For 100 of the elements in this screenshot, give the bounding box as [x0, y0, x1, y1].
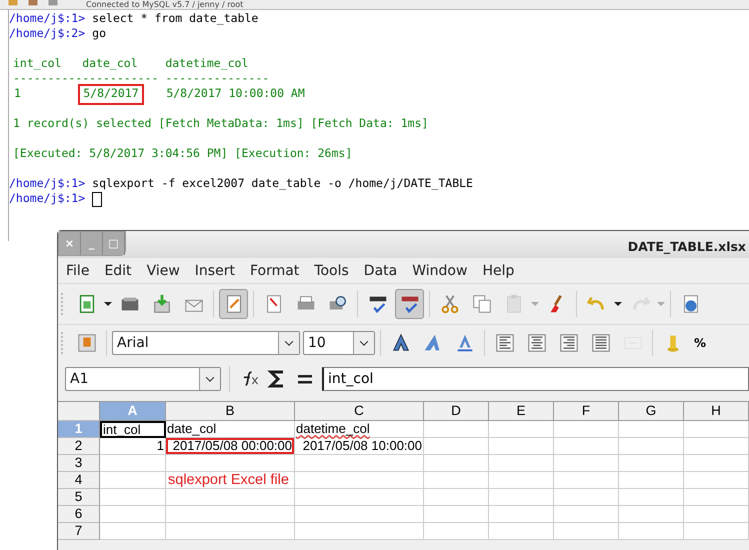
column-header[interactable]: D [424, 402, 489, 421]
styles-icon [76, 332, 98, 354]
annotation-text: sqlexport Excel file [166, 472, 295, 489]
empty-cell[interactable] [295, 455, 424, 472]
empty-cell[interactable] [424, 455, 489, 472]
empty-cell[interactable] [295, 472, 424, 489]
empty-cell[interactable] [424, 489, 489, 506]
empty-cell[interactable] [295, 523, 424, 540]
empty-cell[interactable] [489, 523, 554, 540]
column-header[interactable]: H [684, 402, 749, 421]
cell-grid[interactable]: A B C D E F G H 1 int_col date_col datetime_col 2 1 2017/05/08 00:00:00 2017/05/08 10:00:00 3 4 sqlexport Excel file 5 6 7 [58, 401, 749, 540]
empty-cell[interactable] [489, 489, 554, 506]
empty-cell[interactable] [424, 421, 489, 438]
empty-cell[interactable] [684, 506, 749, 523]
result-message: [Executed: 5/8/2017 3:04:56 PM] [Execution: 26ms] [13, 146, 352, 161]
row-header[interactable]: 7 [58, 523, 100, 540]
empty-cell[interactable] [619, 438, 684, 455]
menu-item[interactable]: Insert [194, 262, 235, 278]
empty-cell[interactable] [166, 455, 295, 472]
row-header[interactable]: 5 [58, 489, 100, 506]
dropdown-arrow-icon[interactable] [614, 302, 622, 306]
shell-prompt: /home/j$:1> [9, 191, 86, 206]
empty-cell[interactable] [424, 438, 489, 455]
row-header[interactable]: 6 [58, 506, 100, 523]
empty-cell[interactable] [424, 506, 489, 523]
menu-item[interactable]: Data [364, 262, 398, 278]
empty-cell[interactable] [684, 438, 749, 455]
empty-cell[interactable] [554, 523, 619, 540]
empty-cell[interactable] [554, 489, 619, 506]
column-header[interactable]: E [489, 402, 554, 421]
shell-prompt: /home/j$:1> [9, 176, 86, 191]
empty-cell[interactable] [166, 523, 295, 540]
empty-cell[interactable] [619, 455, 684, 472]
menu-item[interactable]: Window [412, 262, 468, 278]
row-header[interactable]: 4 [58, 472, 100, 489]
dropdown-arrow-icon[interactable] [104, 302, 112, 306]
copy-icon [470, 293, 492, 315]
empty-cell[interactable] [166, 506, 295, 523]
empty-cell[interactable] [489, 438, 554, 455]
window-title: DATE_TABLE.xlsx [628, 239, 746, 254]
table-cell[interactable]: 1 [100, 438, 166, 455]
column-header[interactable]: C [295, 402, 424, 421]
menu-item[interactable]: Format [250, 262, 300, 278]
table-cell[interactable]: 2017/05/08 00:00:00 [166, 438, 295, 455]
empty-cell[interactable] [295, 489, 424, 506]
column-header[interactable]: F [554, 402, 619, 421]
empty-cell[interactable] [554, 455, 619, 472]
select-all-corner[interactable] [58, 402, 100, 421]
command-text: sqlexport -f excel2007 date_table -o /home/j/DATE_TABLE [92, 176, 473, 191]
highlighted-value: 5/8/2017 [78, 84, 144, 105]
empty-cell[interactable] [619, 421, 684, 438]
empty-cell[interactable] [295, 506, 424, 523]
row-header[interactable]: 2 [58, 438, 100, 455]
empty-cell[interactable] [489, 421, 554, 438]
empty-cell[interactable] [554, 438, 619, 455]
row-header[interactable]: 3 [58, 455, 100, 472]
empty-cell[interactable] [489, 506, 554, 523]
empty-cell[interactable] [619, 523, 684, 540]
empty-cell[interactable] [684, 523, 749, 540]
table-cell[interactable]: int_col [100, 421, 166, 438]
connection-status: Connected to MySQL v5.7 / jenny / root [86, 0, 244, 9]
empty-cell[interactable] [166, 489, 295, 506]
empty-cell[interactable] [424, 472, 489, 489]
empty-cell[interactable] [554, 421, 619, 438]
column-header[interactable]: B [166, 402, 295, 421]
empty-cell[interactable] [619, 506, 684, 523]
menu-item[interactable]: Tools [314, 262, 349, 278]
autospell-button[interactable] [395, 289, 424, 319]
empty-cell[interactable] [684, 421, 749, 438]
result-value: 5/8/2017 10:00:00 AM [165, 85, 306, 102]
empty-cell[interactable] [489, 455, 554, 472]
name-box[interactable]: A1 [65, 367, 221, 391]
empty-cell[interactable] [684, 472, 749, 489]
font-size-field[interactable]: 10 [303, 331, 375, 355]
result-value: 1 [13, 85, 22, 102]
menu-item[interactable]: File [66, 262, 90, 278]
column-rule: --------------- [165, 71, 270, 85]
table-cell[interactable]: date_col [166, 421, 295, 438]
empty-cell[interactable] [619, 489, 684, 506]
percent-format-button[interactable]: % [694, 336, 706, 350]
empty-cell[interactable] [554, 472, 619, 489]
column-header: datetime_col [165, 56, 248, 70]
table-cell[interactable]: 2017/05/08 10:00:00 [295, 438, 424, 455]
edit-button[interactable] [219, 289, 248, 319]
empty-cell[interactable] [619, 472, 684, 489]
font-name-field[interactable]: Arial [112, 331, 300, 355]
empty-cell[interactable] [489, 472, 554, 489]
table-cell[interactable]: datetime_col [295, 421, 424, 438]
menu-item[interactable]: View [146, 262, 180, 278]
formula-input-field[interactable]: int_col [322, 367, 749, 391]
empty-cell[interactable] [554, 506, 619, 523]
empty-cell[interactable] [684, 455, 749, 472]
text-cursor [92, 192, 102, 207]
empty-cell[interactable] [424, 523, 489, 540]
menu-item[interactable]: Help [482, 262, 514, 278]
menu-item[interactable]: Edit [104, 262, 132, 278]
justify-icon [590, 332, 612, 354]
column-header[interactable]: G [619, 402, 684, 421]
empty-cell[interactable] [684, 489, 749, 506]
shell-prompt: /home/j$:1> [9, 11, 86, 26]
